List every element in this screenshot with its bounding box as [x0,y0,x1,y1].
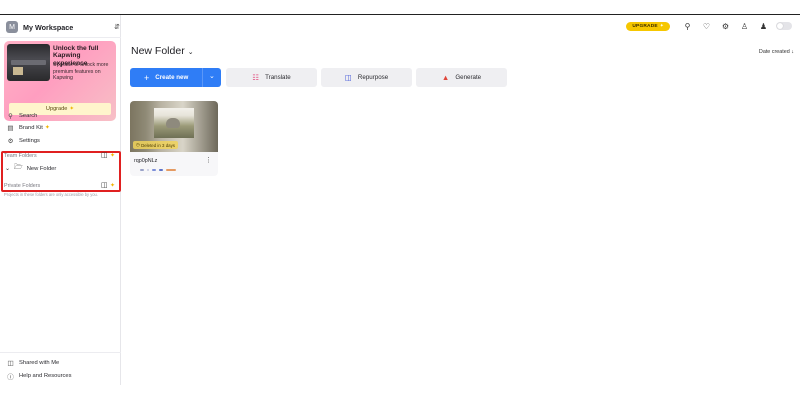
plus-icon: + [144,72,150,83]
sparkle-icon: ✦ [110,183,116,189]
translate-icon: ☷ [252,73,260,82]
project-thumbnail[interactable]: ◷ Deleted in 3 days [130,101,218,152]
add-folder-icon[interactable]: ◫ [101,181,108,189]
sidebar-item-label: Brand Kit [19,124,43,131]
sidebar-item-label: Search [19,112,38,119]
create-new-label: Create new [155,74,189,81]
gear-icon[interactable]: ⚙ [721,22,730,31]
sidebar-item-label: Settings [19,137,40,144]
project-card[interactable]: ◷ Deleted in 3 days rqp0pNLz ⋮ [130,101,218,176]
workspace-avatar: M [6,21,18,33]
divider [0,37,121,38]
chevron-down-icon[interactable]: ⌄ [209,72,215,80]
sidebar-item-shared[interactable]: ◫ Shared with Me [6,357,59,368]
repurpose-label: Repurpose [357,74,389,81]
private-folders-note: Projects in these folders are only acces… [4,192,98,197]
search-icon[interactable]: ⚲ [683,22,692,31]
team-folders-label: Team Folders [4,153,37,159]
project-name[interactable]: rqp0pNLz [134,158,157,164]
sidebar-item-search[interactable]: ⚲ Search [6,110,37,121]
create-new-button[interactable]: + Create new ⌄ [130,68,221,87]
sidebar-item-help[interactable]: ⓘ Help and Resources [6,370,72,381]
bell-icon[interactable]: ♡ [702,22,711,31]
search-icon: ⚲ [8,112,13,120]
workspace-switcher[interactable]: M My Workspace ⇵ [6,19,120,35]
folder-label: New Folder [26,165,57,172]
chevron-down-icon: ⌄ [5,166,11,172]
sparkle-icon: ✦ [659,23,664,29]
chevron-updown-icon: ⇵ [114,24,120,31]
chevron-down-icon: ⌄ [187,49,194,56]
folder-icon: 🗁 [14,164,23,171]
add-folder-icon[interactable]: ◫ [101,151,108,159]
upgrade-label: UPGRADE [632,23,658,29]
promo-upgrade-label: Upgrade [45,106,68,112]
sparkle-icon: ✦ [69,106,75,112]
generate-icon: ▲ [441,73,450,82]
shared-folder-icon: ◫ [7,359,14,367]
sparkle-icon: ✦ [44,125,50,131]
translate-button[interactable]: ☷ Translate [226,68,317,87]
top-bar: UPGRADE ✦ ⚲ ♡ ⚙ ♙ ♟ [626,18,792,34]
help-icon: ⓘ [7,373,14,381]
button-divider [202,68,203,87]
brand-kit-icon: ▤ [7,124,14,132]
team-icon[interactable]: ♟ [759,22,768,31]
promo-text: Upgrade to unlock more premium features … [53,62,109,81]
promo-thumbnail [7,44,50,81]
sort-label: Date created [758,49,790,55]
project-meta [140,169,176,172]
page-title[interactable]: New Folder ⌄ [131,45,194,57]
more-options-icon[interactable]: ⋮ [205,156,212,164]
repurpose-icon: ◫ [344,73,352,82]
generate-label: Generate [455,74,482,81]
repurpose-button[interactable]: ◫ Repurpose [321,68,412,87]
translate-label: Translate [265,74,291,81]
upgrade-promo-card: Unlock the full Kapwing experience Upgra… [4,41,116,121]
sidebar-item-label: Help and Resources [19,372,72,379]
add-user-icon[interactable]: ♙ [740,22,749,31]
private-folders-label: Private Folders [4,183,41,189]
sidebar-item-label: Shared with Me [19,359,60,366]
sparkle-icon: ✦ [110,153,116,159]
expiry-text: Deleted in 3 days [141,142,175,148]
workspace-name: My Workspace [23,22,74,32]
arrow-down-icon: ↓ [791,49,794,55]
upgrade-button[interactable]: UPGRADE ✦ [626,21,670,31]
expiry-badge: ◷ Deleted in 3 days [133,141,178,149]
sidebar-item-brand-kit[interactable]: ▤ Brand Kit ✦ [6,122,50,133]
sidebar-folder-new-folder[interactable]: ⌄ 🗁 New Folder [5,163,56,174]
gear-icon: ⚙ [7,137,14,145]
theme-toggle[interactable] [776,22,792,30]
sidebar: M My Workspace ⇵ Unlock the full Kapwing… [0,15,121,385]
divider [0,352,121,353]
generate-button[interactable]: ▲ Generate [416,68,507,87]
page-title-text: New Folder [131,45,185,57]
sort-dropdown[interactable]: Date created ↓ [759,49,794,55]
sidebar-item-settings[interactable]: ⚙ Settings [6,135,40,146]
